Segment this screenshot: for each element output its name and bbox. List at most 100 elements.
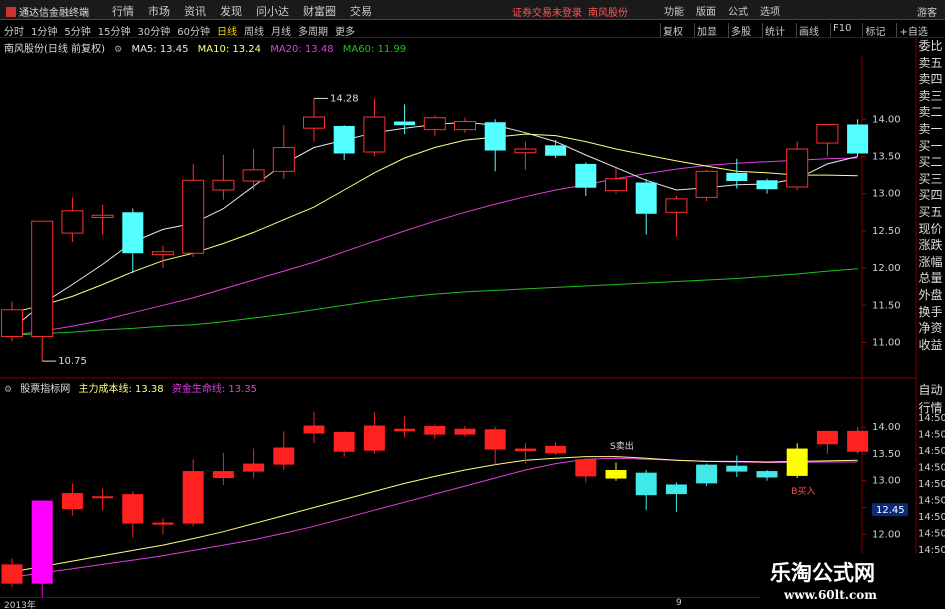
menu-item-market[interactable]: 市场 (148, 3, 170, 19)
candle-body-down (726, 172, 748, 182)
signal-label-sell: S卖出 (610, 440, 634, 452)
menu-item-wealth[interactable]: 财富圈 (303, 3, 336, 19)
quote-field-2[interactable]: 卖四 (916, 71, 945, 88)
right-menu: 功能 版面 公式 选项 (664, 3, 792, 18)
ma10-label: MA10: 13.24 (197, 44, 262, 55)
sub-bar-up (847, 430, 869, 452)
quote-field-6[interactable]: 买一 (916, 138, 945, 155)
kline-chart[interactable]: 14.28 10.75 14.00 13.50 13.00 12.50 12.00 11.5… (0, 38, 945, 609)
main-tick-label: 14.00 (872, 114, 901, 125)
main-tick-label: 13.50 (872, 151, 901, 162)
menu-item-news[interactable]: 资讯 (184, 3, 206, 19)
sub-bar-down (635, 472, 657, 496)
period-tab-8[interactable]: 月线 (271, 23, 291, 38)
sub-bar-up (273, 447, 295, 465)
tool-button-1[interactable]: 加显 (694, 23, 719, 38)
period-tab-5[interactable]: 60分钟 (177, 23, 210, 38)
sub-bar-up (182, 471, 204, 524)
time-label: 14:50 (918, 529, 945, 540)
sub-bar-yellow (786, 448, 808, 476)
watermark: 乐淘公式网 www.60lt.com (760, 554, 945, 609)
ma60-label: MA60: 11.99 (342, 44, 407, 55)
sub-bar-up (816, 430, 838, 445)
guest-user[interactable]: 游客 (917, 4, 937, 19)
quote-field-9[interactable]: 买四 (916, 187, 945, 204)
period-tab-9[interactable]: 多周期 (298, 23, 328, 38)
current-price-label: 12.45 (876, 505, 905, 516)
quote-field-14[interactable]: 总量 (916, 270, 945, 287)
menu-item-quotes[interactable]: 行情 (112, 3, 134, 19)
menu-item-functions[interactable]: 功能 (664, 3, 684, 18)
quote-field-5[interactable]: 卖一 (916, 121, 945, 138)
auto-field-0[interactable]: 自动 (916, 381, 945, 399)
candle-body-up (454, 120, 476, 131)
candle-body-up (665, 198, 688, 213)
extreme-price-label: 14.28 (330, 93, 359, 104)
tool-button-0[interactable]: 复权 (660, 23, 685, 38)
period-tab-1[interactable]: 1分钟 (31, 23, 57, 38)
app-logo-icon (6, 7, 16, 17)
sub-bar-down (665, 484, 687, 495)
sub-bar-up (122, 494, 144, 524)
quote-field-13[interactable]: 涨幅 (916, 254, 945, 271)
period-tab-6[interactable]: 日线 (217, 23, 237, 38)
quote-field-0[interactable]: 委比 (916, 38, 945, 55)
signal-label-buy: B买入 (791, 486, 815, 497)
tool-button-3[interactable]: 统计 (762, 23, 787, 38)
sub-tick-label: 12.00 (872, 529, 901, 540)
tool-button-4[interactable]: 画线 (796, 23, 821, 38)
quote-field-1[interactable]: 卖五 (916, 55, 945, 72)
quote-field-15[interactable]: 外盘 (916, 287, 945, 304)
extreme-price-label: 10.75 (58, 356, 87, 367)
auto-field-1[interactable]: 行情 (916, 399, 945, 417)
period-tab-7[interactable]: 周线 (244, 23, 264, 38)
period-tab-10[interactable]: 更多 (335, 23, 355, 38)
quote-field-10[interactable]: 买五 (916, 204, 945, 221)
main-candles: 14.28 10.75 (1, 93, 869, 367)
candle-body-up (152, 251, 174, 256)
period-tab-4[interactable]: 30分钟 (137, 23, 170, 38)
quote-field-16[interactable]: 换手 (916, 304, 945, 321)
sub-bar-magenta (31, 500, 53, 584)
sub-bar-up (363, 425, 385, 451)
quote-field-8[interactable]: 买三 (916, 171, 945, 188)
ma20-label: MA20: 13.48 (270, 44, 334, 55)
menu-item-formula[interactable]: 公式 (728, 3, 748, 18)
candle-body-up (303, 116, 325, 129)
menu-item-layout[interactable]: 版面 (696, 3, 716, 18)
stock-title: 南风股份(日线 前复权) (4, 44, 105, 55)
login-status[interactable]: 证券交易未登录 (512, 4, 582, 19)
quote-field-18[interactable]: 收益 (916, 337, 945, 354)
date-axis: 2013年 9 (0, 597, 760, 609)
quote-field-3[interactable]: 卖三 (916, 88, 945, 105)
quote-field-7[interactable]: 买二 (916, 154, 945, 171)
sub-bar-up (454, 428, 476, 435)
tool-button-6[interactable]: 标记 (862, 23, 887, 38)
period-tab-2[interactable]: 5分钟 (64, 23, 90, 38)
candle-body-down (847, 124, 869, 154)
time-label: 14:50 (918, 446, 945, 457)
period-tab-0[interactable]: 分时 (4, 23, 24, 38)
settings-icon[interactable]: ⚙ (114, 45, 122, 55)
sub-legend: ⚙ 股票指标网 主力成本线: 13.38 资金生命线: 13.35 (0, 380, 262, 395)
quote-field-4[interactable]: 卖二 (916, 104, 945, 121)
sub-candles: S卖出 B买入 (1, 412, 869, 602)
menu-item-trade[interactable]: 交易 (350, 3, 372, 19)
tool-button-7[interactable]: +自选 (896, 23, 929, 38)
quote-field-17[interactable]: 净资 (916, 320, 945, 337)
period-tab-3[interactable]: 15分钟 (98, 23, 131, 38)
chart-tools: 复权 加显 多股 统计 画线 F10 标记 +自选 (660, 23, 939, 38)
menu-item-options[interactable]: 选项 (760, 3, 780, 18)
main-menu: 行情 市场 资讯 发现 问小达 财富圈 交易 (112, 3, 386, 19)
menu-item-ask[interactable]: 问小达 (256, 3, 289, 19)
sub-bar-up (152, 522, 174, 525)
sub-tick-label: 13.50 (872, 449, 901, 460)
menu-item-discover[interactable]: 发现 (220, 3, 242, 19)
sub-bar-down (726, 465, 748, 472)
sub-settings-icon[interactable]: ⚙ (4, 385, 12, 395)
candle-body-up (1, 309, 23, 338)
tool-button-2[interactable]: 多股 (728, 23, 753, 38)
quote-field-11[interactable]: 现价 (916, 221, 945, 238)
tool-button-5[interactable]: F10 (830, 23, 853, 38)
quote-field-12[interactable]: 涨跌 (916, 237, 945, 254)
